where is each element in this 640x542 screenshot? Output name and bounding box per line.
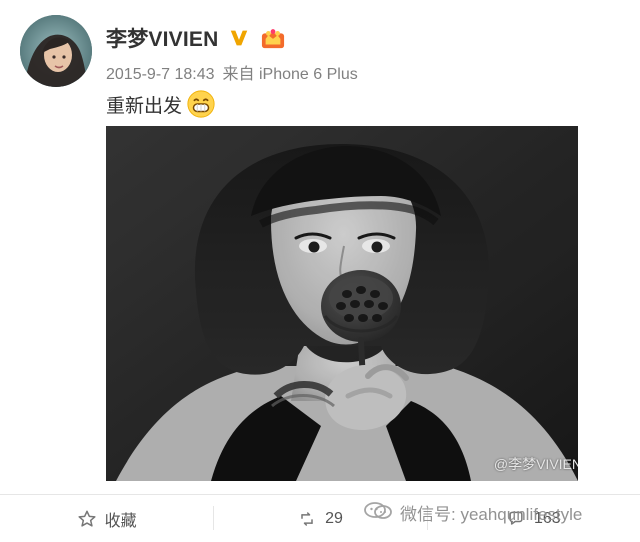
repost-icon — [297, 509, 317, 529]
star-outline-icon — [77, 509, 97, 529]
username[interactable]: 李梦VIVIEN — [106, 23, 218, 53]
comment-icon — [506, 509, 526, 529]
avatar[interactable] — [20, 15, 92, 87]
name-row: 李梦VIVIEN — [106, 24, 286, 52]
timestamp[interactable]: 2015-9-7 18:43 — [106, 66, 215, 83]
favorite-label: 收藏 — [104, 513, 137, 530]
photo-watermark: @李梦VIVIEN — [493, 456, 578, 472]
post-text-content: 重新出发 — [106, 95, 183, 117]
repost-action[interactable]: 29 — [213, 496, 426, 542]
source[interactable]: 来自 iPhone 6 Plus — [223, 66, 358, 83]
post-photo[interactable]: @李梦VIVIEN — [106, 126, 578, 481]
grinning-face-icon — [186, 89, 216, 119]
verified-v-icon — [228, 27, 250, 49]
favorite-action[interactable]: 收藏 — [0, 496, 213, 542]
comment-action[interactable]: 163 — [426, 496, 640, 542]
action-bar: 收藏 29 163 — [0, 496, 640, 542]
comment-count: 163 — [533, 510, 561, 527]
crown-icon[interactable] — [260, 26, 286, 50]
post-meta: 2015-9-7 18:43 来自 iPhone 6 Plus — [106, 60, 358, 84]
repost-count: 29 — [325, 510, 343, 527]
post-text: 重新出发 — [106, 88, 216, 120]
divider — [0, 494, 640, 495]
